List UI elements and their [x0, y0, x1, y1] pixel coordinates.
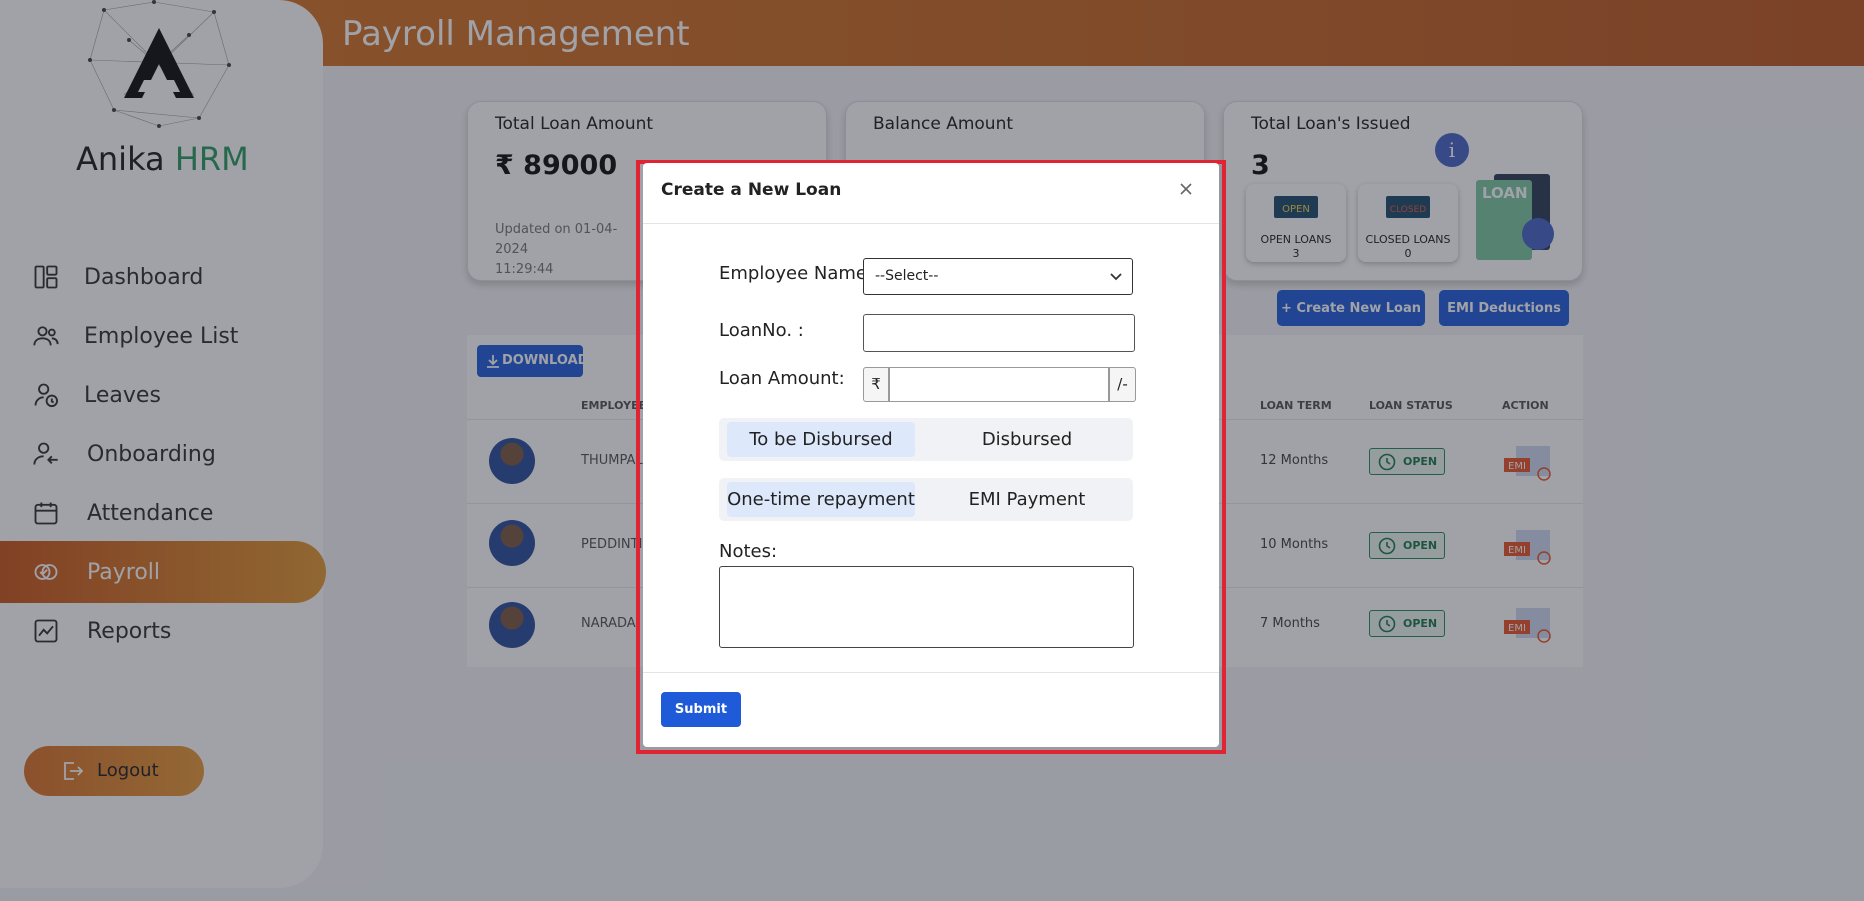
create-loan-modal: Create a New Loan Employee Name: --Selec… — [643, 163, 1219, 747]
modal-title: Create a New Loan — [661, 180, 842, 200]
option-one-time-repayment[interactable]: One-time repayment — [727, 482, 915, 517]
option-disbursed[interactable]: Disbursed — [933, 422, 1121, 457]
currency-prefix: ₹ — [863, 367, 889, 402]
option-emi-payment[interactable]: EMI Payment — [933, 482, 1121, 517]
modal-header-divider — [643, 223, 1219, 224]
employee-select-value: --Select-- — [875, 268, 939, 284]
notes-textarea[interactable] — [719, 566, 1134, 648]
employee-name-label: Employee Name: — [719, 263, 874, 284]
notes-label: Notes: — [719, 541, 778, 562]
modal-footer-divider — [643, 672, 1219, 673]
loan-no-input[interactable] — [863, 314, 1135, 352]
loan-no-label: LoanNo. : — [719, 320, 804, 341]
employee-select[interactable]: --Select-- — [863, 258, 1133, 295]
disbursement-toggle: To be Disbursed Disbursed — [719, 418, 1133, 461]
amount-suffix: /- — [1109, 367, 1136, 402]
loan-amount-label: Loan Amount: — [719, 368, 845, 389]
repayment-toggle: One-time repayment EMI Payment — [719, 478, 1133, 521]
close-icon[interactable] — [1177, 180, 1195, 198]
submit-button[interactable]: Submit — [661, 692, 741, 727]
loan-amount-input[interactable] — [889, 367, 1109, 402]
chevron-down-icon — [1110, 273, 1122, 281]
option-to-be-disbursed[interactable]: To be Disbursed — [727, 422, 915, 457]
